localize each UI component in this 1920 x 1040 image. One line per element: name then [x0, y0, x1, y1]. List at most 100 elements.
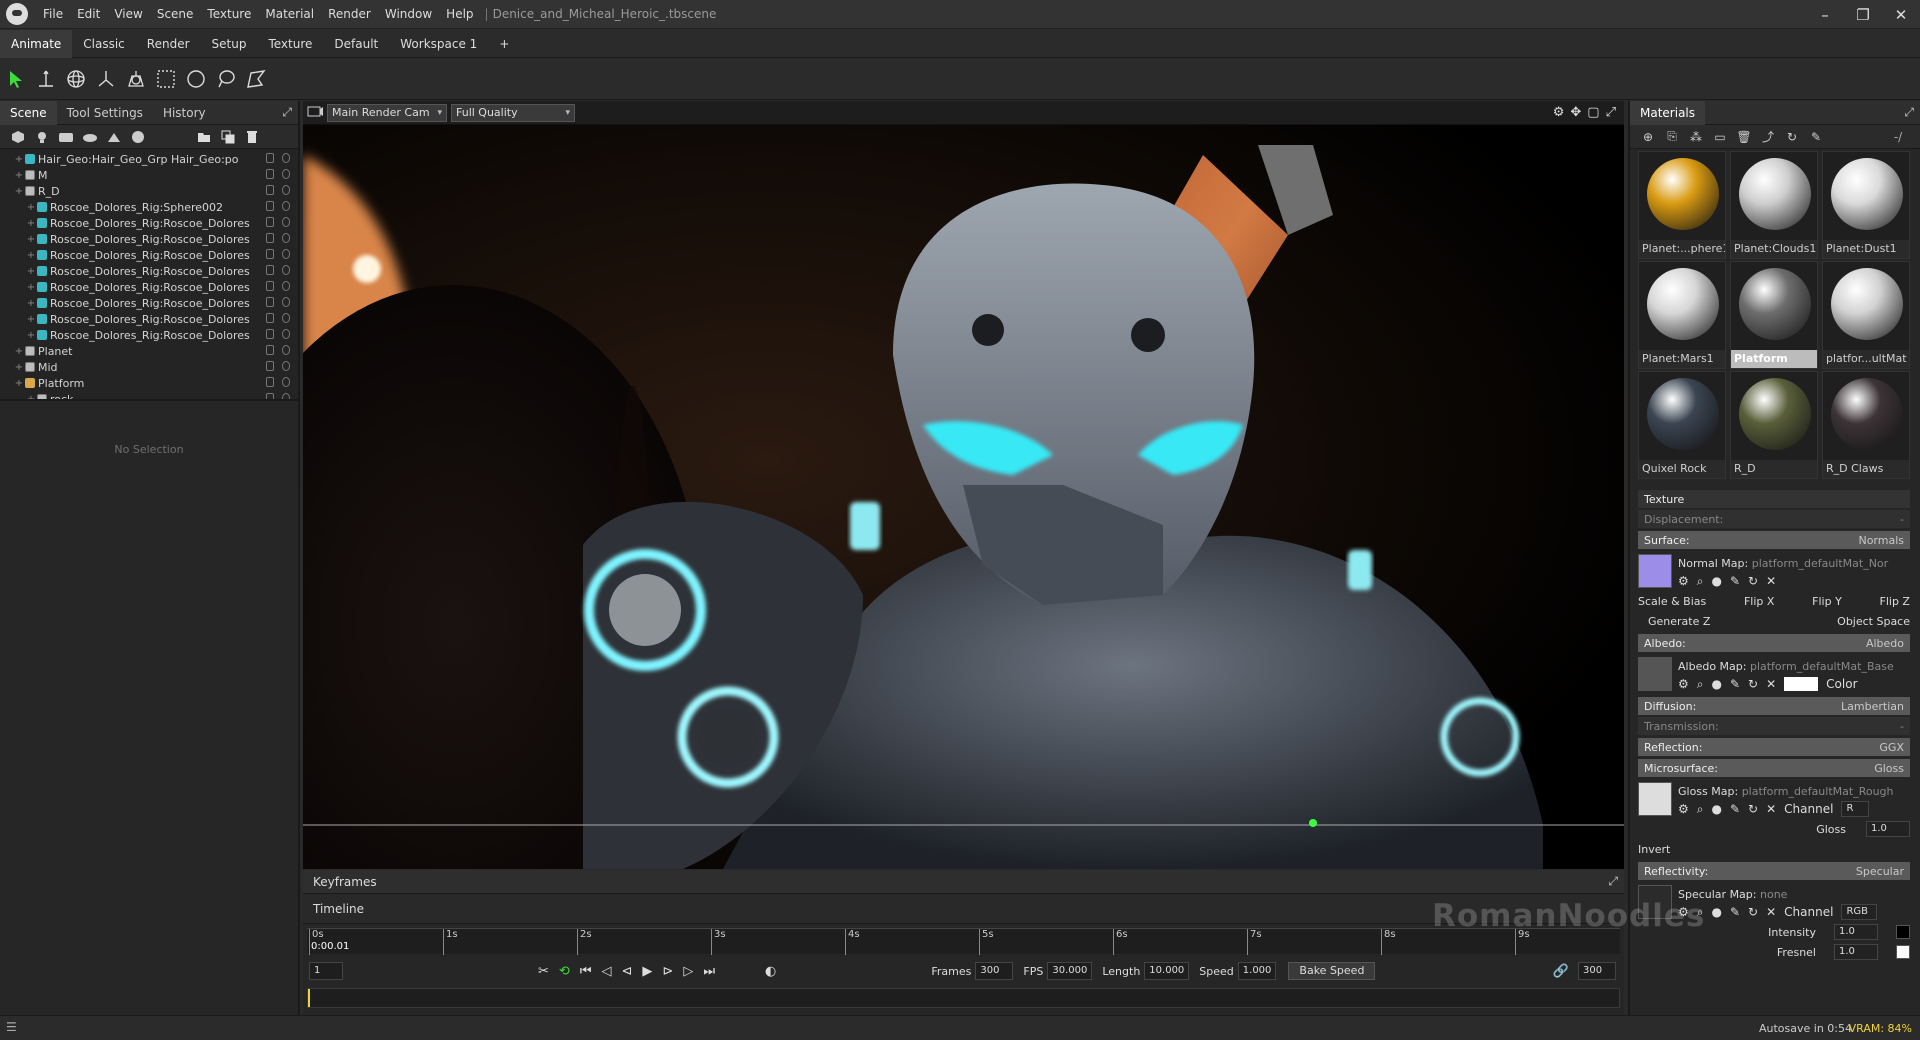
prev-key-icon[interactable]: ◁	[597, 964, 617, 979]
tree-item[interactable]: + rock	[0, 391, 298, 399]
material-thumbnail[interactable]: Planet:...phere1	[1638, 151, 1726, 259]
cloud-icon[interactable]	[78, 127, 102, 147]
gloss-value[interactable]: 1.0	[1866, 821, 1910, 837]
invert-checkbox[interactable]: Invert	[1638, 843, 1670, 856]
material-folder-icon[interactable]: ▭	[1708, 127, 1732, 147]
camera-icon[interactable]	[54, 127, 78, 147]
visibility-icon[interactable]	[282, 393, 290, 399]
step-forward-icon[interactable]: ⊳	[657, 964, 678, 979]
flip-y-checkbox[interactable]: Flip Y	[1812, 595, 1842, 608]
gloss-map-value[interactable]: platform_defaultMat_Rough	[1742, 785, 1894, 798]
play-icon[interactable]: ▶	[637, 964, 657, 979]
timeline-expand-icon[interactable]: ⤢	[1608, 874, 1624, 889]
trash-icon[interactable]	[240, 127, 264, 147]
material-grid-icon[interactable]: ⁂	[1684, 127, 1708, 147]
workspace-tab-5[interactable]: Default	[323, 30, 389, 58]
global-icon[interactable]	[122, 65, 150, 93]
workspace-tab-1[interactable]: Classic	[72, 30, 136, 58]
tree-item[interactable]: + Roscoe_Dolores_Rig:Roscoe_Dolores	[0, 279, 298, 295]
lock-icon[interactable]	[266, 265, 274, 275]
lock-icon[interactable]	[266, 313, 274, 323]
tree-item[interactable]: + Roscoe_Dolores_Rig:Roscoe_Dolores	[0, 263, 298, 279]
light-icon[interactable]	[30, 127, 54, 147]
tree-item[interactable]: + Hair_Geo:Hair_Geo_Grp Hair_Geo:po	[0, 151, 298, 167]
rotate-icon[interactable]	[62, 65, 90, 93]
lock-icon[interactable]	[266, 169, 274, 179]
albedo-map-value[interactable]: platform_defaultMat_Base	[1750, 660, 1894, 673]
visibility-icon[interactable]	[282, 313, 290, 323]
expand-icon[interactable]: +	[26, 266, 36, 277]
viewport-settings-icon[interactable]: ⚙	[1553, 105, 1565, 120]
expand-icon[interactable]: +	[14, 186, 24, 197]
expand-icon[interactable]: +	[14, 362, 24, 373]
map-pick-icon[interactable]: ●	[1712, 574, 1722, 589]
section-microsurface[interactable]: Microsurface: Gloss	[1638, 759, 1910, 777]
menu-file[interactable]: File	[36, 7, 70, 21]
section-texture[interactable]: Texture	[1638, 490, 1910, 508]
lock-icon[interactable]	[266, 201, 274, 211]
go-start-icon[interactable]: ⏮	[575, 964, 597, 979]
specular-map-value[interactable]: none	[1760, 888, 1787, 901]
lock-icon[interactable]	[266, 393, 274, 399]
tree-item[interactable]: + Roscoe_Dolores_Rig:Sphere002	[0, 199, 298, 215]
albedo-map-thumb[interactable]	[1638, 657, 1672, 691]
close-icon[interactable]: ✕	[1882, 6, 1920, 24]
tree-item[interactable]: + Planet	[0, 343, 298, 359]
timeline-ruler[interactable]: 0:00.01 0s 1s 2s 3s 4s 5s 6s 7s 8s 9s	[307, 928, 1620, 955]
expand-icon[interactable]: +	[26, 234, 36, 245]
frames-input[interactable]: 300	[975, 962, 1014, 980]
expand-icon[interactable]: +	[26, 250, 36, 261]
camera-mode-icon[interactable]	[307, 104, 323, 121]
expand-icon[interactable]: +	[26, 298, 36, 309]
menu-material[interactable]: Material	[258, 7, 321, 21]
speed-input[interactable]: 1.000	[1237, 962, 1277, 980]
material-thumbnail[interactable]: Planet:Dust1	[1822, 151, 1910, 259]
viewport-frame-icon[interactable]: ▢	[1587, 105, 1599, 120]
visibility-icon[interactable]	[282, 233, 290, 243]
folder-icon[interactable]	[192, 127, 216, 147]
lock-icon[interactable]	[266, 377, 274, 387]
delete-material-icon[interactable]: 🗑	[1732, 127, 1756, 147]
visibility-icon[interactable]	[282, 201, 290, 211]
tree-item[interactable]: + Mid	[0, 359, 298, 375]
visibility-icon[interactable]	[282, 153, 290, 163]
poly-select-icon[interactable]	[242, 65, 270, 93]
move-icon[interactable]	[32, 65, 60, 93]
tree-item[interactable]: + M	[0, 167, 298, 183]
menu-edit[interactable]: Edit	[70, 7, 107, 21]
timeline-tab[interactable]: Timeline	[303, 902, 374, 916]
length-input[interactable]: 10.000	[1144, 962, 1190, 980]
normal-map-value[interactable]: platform_defaultMat_Nor	[1752, 557, 1888, 570]
keyframe-track[interactable]	[307, 988, 1620, 1008]
gloss-map-thumb[interactable]	[1638, 782, 1672, 816]
expand-icon[interactable]: +	[14, 378, 24, 389]
material-thumbnail[interactable]: Planet:Clouds1	[1730, 151, 1818, 259]
generate-z-checkbox[interactable]: Generate Z	[1648, 615, 1710, 628]
lock-icon[interactable]	[266, 217, 274, 227]
visibility-icon[interactable]	[282, 297, 290, 307]
material-thumbnail[interactable]: platfor...ultMat	[1822, 261, 1910, 369]
lock-icon[interactable]	[266, 345, 274, 355]
keyframes-tab[interactable]: Keyframes	[303, 875, 387, 889]
tree-item[interactable]: + Roscoe_Dolores_Rig:Roscoe_Dolores	[0, 247, 298, 263]
duplicate-material-icon[interactable]: ⎘	[1660, 127, 1684, 147]
menu-window[interactable]: Window	[378, 7, 439, 21]
material-thumbnail[interactable]: Platform	[1730, 261, 1818, 369]
normal-map-thumb[interactable]	[1638, 554, 1672, 588]
visibility-icon[interactable]	[282, 169, 290, 179]
menu-scene[interactable]: Scene	[150, 7, 201, 21]
map-reload-icon[interactable]: ↻	[1748, 574, 1758, 589]
tree-item[interactable]: + R_D	[0, 183, 298, 199]
material-search-input[interactable]: -/	[1876, 127, 1920, 147]
refresh-material-icon[interactable]: ↻	[1780, 127, 1804, 147]
current-frame-input[interactable]: 1	[309, 962, 343, 980]
albedo-color-swatch[interactable]	[1784, 677, 1819, 691]
go-end-icon[interactable]: ⏭	[698, 964, 720, 979]
lasso-icon[interactable]	[212, 65, 240, 93]
pick-material-icon[interactable]: ⤴	[1756, 127, 1780, 147]
workspace-tab-2[interactable]: Render	[136, 30, 201, 58]
viewport-pan-icon[interactable]: ✥	[1570, 105, 1581, 120]
scene-panel-expand-icon[interactable]: ⤢	[282, 105, 298, 120]
workspace-tab-0[interactable]: Animate	[0, 29, 73, 58]
lock-icon[interactable]	[266, 281, 274, 291]
